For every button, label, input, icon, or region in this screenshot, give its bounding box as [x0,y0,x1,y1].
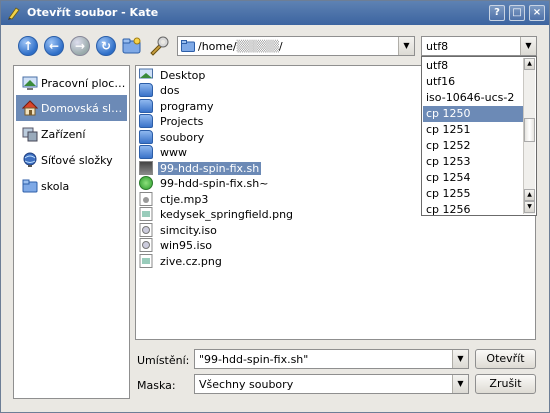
file-name: Projects [160,115,204,128]
location-label: Umístění: [137,354,190,367]
reload-icon[interactable]: ↻ [96,36,116,56]
encoding-combobox[interactable]: utf8 ▼ [421,36,537,56]
file-name: 99-hdd-spin-fix.sh [158,162,262,175]
dropdown-item[interactable]: cp 1252 [423,138,523,154]
file-name: win95.iso [160,239,213,252]
file-name: zive.cz.png [160,255,222,268]
dropdown-item[interactable]: cp 1253 [423,154,523,170]
sidebar-item-label: Zařízení [41,128,86,141]
file-name: 99-hdd-spin-fix.sh~ [160,177,269,190]
image-file-icon [139,254,153,268]
title-bar[interactable]: Otevřít soubor - Kate ? □ × [1,1,549,25]
location-input[interactable]: "99-hdd-spin-fix.sh" ▼ [194,349,469,369]
image-file-icon [139,207,153,221]
folder-icon [139,99,153,113]
close-button[interactable]: × [529,5,545,21]
file-name: www [160,146,187,159]
dropdown-scrollbar[interactable]: ▲ ▲ ▼ [523,58,535,214]
folder-icon [139,83,153,97]
file-name: simcity.iso [160,224,217,237]
chevron-down-icon[interactable]: ▼ [398,37,414,55]
path-suffix: / [278,40,283,53]
folder-icon [139,145,153,159]
encoding-value: utf8 [426,40,449,53]
dropdown-item[interactable]: cp 1251 [423,122,523,138]
dropdown-item[interactable]: cp 1250 [423,106,523,122]
dropdown-item[interactable]: cp 1255 [423,186,523,202]
scroll-thumb[interactable] [524,118,535,142]
file-name: programy [160,100,214,113]
folder-icon [139,114,153,128]
sidebar-item-desktop[interactable]: Pracovní ploc… [16,70,127,96]
file-name: dos [160,84,180,97]
dropdown-item[interactable]: iso-10646-ucs-2 [423,90,523,106]
file-name: ctje.mp3 [160,193,209,206]
file-name: soubory [160,131,205,144]
disc-image-icon [139,238,153,252]
desktop-icon [139,68,153,79]
open-file-dialog: Otevřít soubor - Kate ? □ × ↑ ← → ↻ /hom… [0,0,550,413]
sidebar-item-label: Domovská sl… [41,102,123,115]
home-icon [22,100,38,116]
sidebar-item-devices[interactable]: Zařízení [16,121,127,147]
network-icon [23,152,37,167]
dropdown-item[interactable]: cp 1256 [423,202,523,218]
sidebar-item-network[interactable]: Síťové složky [16,147,127,173]
folder-icon [22,179,38,193]
path-masked: ▒▒▒▒▒ [236,40,279,53]
new-folder-icon[interactable] [122,37,142,55]
window-title: Otevřít soubor - Kate [27,6,159,19]
chevron-down-icon[interactable]: ▼ [452,350,468,368]
path-combobox[interactable]: /home/▒▒▒▒▒/ ▼ [177,36,415,56]
sidebar-item-label: Síťové složky [41,154,113,167]
places-sidebar: Pracovní ploc… Domovská sl… Zařízení Síť… [13,65,130,399]
scroll-down-icon[interactable]: ▼ [524,201,535,213]
sidebar-item-skola[interactable]: skola [16,173,127,199]
maximize-button[interactable]: □ [509,5,525,21]
arrow-forward-icon[interactable]: → [70,36,90,56]
sidebar-item-label: Pracovní ploc… [41,77,126,90]
kate-app-icon [8,7,20,20]
disc-image-icon [139,223,153,237]
open-button[interactable]: Otevřít [475,349,536,369]
settings-icon[interactable] [148,36,170,56]
chevron-down-icon[interactable]: ▼ [520,37,536,55]
scroll-up-icon[interactable]: ▲ [524,58,535,70]
path-value: /home/ [198,40,237,53]
file-name: kedysek_springfield.png [160,208,294,221]
path-text: /home/▒▒▒▒▒/ [198,40,283,53]
cancel-button[interactable]: Zrušit [475,374,536,394]
audio-file-icon [139,192,153,206]
help-button[interactable]: ? [489,5,505,21]
dropdown-item[interactable]: utf8 [423,58,523,74]
filter-label: Maska: [137,379,176,392]
scroll-up-icon[interactable]: ▲ [524,189,535,201]
filter-combobox[interactable]: Všechny soubory ▼ [194,374,469,394]
filter-value: Všechny soubory [199,378,294,391]
arrow-up-icon[interactable]: ↑ [18,36,38,56]
devices-icon [22,127,38,142]
dropdown-item[interactable]: cp 1254 [423,170,523,186]
encoding-dropdown-list: utf8 utf16 iso-10646-ucs-2 cp 1250 cp 12… [421,56,537,216]
backup-file-icon [139,176,153,190]
file-name: Desktop [160,69,206,82]
chevron-down-icon[interactable]: ▼ [452,375,468,393]
sidebar-item-home[interactable]: Domovská sl… [16,95,127,121]
dropdown-item[interactable]: utf16 [423,74,523,90]
arrow-back-icon[interactable]: ← [44,36,64,56]
desktop-icon [22,76,38,90]
folder-icon [181,40,195,52]
script-icon [139,161,153,175]
location-value: "99-hdd-spin-fix.sh" [199,353,309,366]
folder-icon [139,130,153,144]
sidebar-item-label: skola [41,180,70,193]
